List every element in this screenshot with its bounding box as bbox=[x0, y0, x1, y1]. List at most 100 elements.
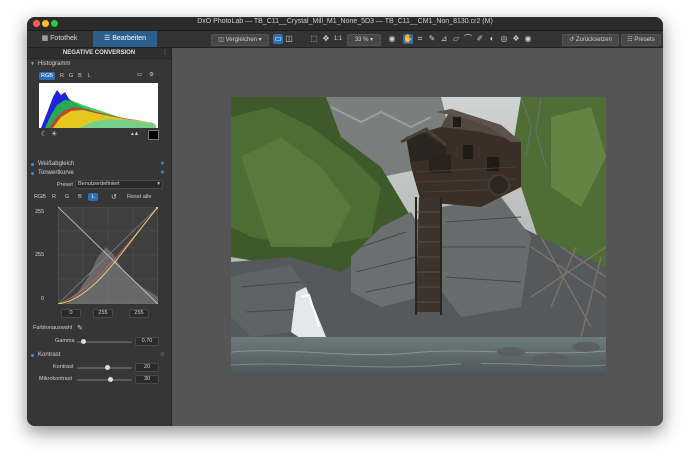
window-title: DxO PhotoLab — TB_C11__Crystal_Mill_M1_N… bbox=[197, 18, 493, 25]
photo-crystal-mill bbox=[231, 97, 606, 377]
active-dot-icon bbox=[31, 163, 34, 166]
repair-icon[interactable]: ⌒ bbox=[463, 34, 473, 44]
crop-tool-icon[interactable]: ⌗ bbox=[415, 34, 425, 44]
mask-icon[interactable]: ◎ bbox=[499, 34, 509, 44]
reset-label: Zurücksetzen bbox=[575, 37, 612, 43]
hist-channel-b[interactable]: B bbox=[76, 72, 84, 80]
curve-channel-b[interactable]: B bbox=[75, 193, 85, 201]
settings-icon[interactable]: ⚙ bbox=[149, 72, 154, 78]
hist-channel-g[interactable]: G bbox=[67, 72, 75, 80]
split-view-icon[interactable]: ◫ bbox=[284, 34, 294, 44]
active-dot-icon bbox=[31, 354, 34, 357]
tab-library[interactable]: ▦ Fotothek bbox=[27, 31, 92, 47]
compare-icon: ◫ bbox=[218, 37, 224, 43]
reset-curve-icon[interactable]: ↺ bbox=[111, 193, 117, 201]
tone-curve-section-header[interactable]: Tonwertkurve ★ bbox=[27, 169, 171, 178]
curve-y-tick-top: 255 bbox=[35, 209, 45, 215]
histogram-channels: RGB R G B L bbox=[39, 72, 109, 80]
tab-edit[interactable]: ☰ Bearbeiten bbox=[93, 31, 157, 47]
hist-channel-l[interactable]: L bbox=[85, 72, 93, 80]
perspective-icon[interactable]: ▱ bbox=[451, 34, 461, 44]
histogram-section-header[interactable]: ▼ Histogramm bbox=[27, 60, 171, 69]
loupe-icon[interactable]: ◉ bbox=[387, 34, 397, 44]
histogram-graph bbox=[39, 83, 158, 128]
clip-warning-icon[interactable]: ▴▲ bbox=[131, 131, 139, 137]
contrast-label: Kontrast bbox=[53, 364, 74, 370]
gamma-slider-knob[interactable] bbox=[81, 339, 87, 344]
presets-button[interactable]: ☷ Presets bbox=[621, 34, 661, 46]
title-bar: DxO PhotoLab — TB_C11__Crystal_Mill_M1_N… bbox=[27, 17, 663, 31]
curve-channel-l[interactable]: L bbox=[88, 193, 98, 201]
compare-label: Vergleichen bbox=[225, 37, 257, 43]
presets-label: Presets bbox=[634, 37, 655, 43]
eye-icon[interactable]: ◉ bbox=[523, 34, 533, 44]
gradient-icon[interactable]: ◐ bbox=[487, 34, 497, 44]
preset-dropdown[interactable]: Benutzerdefiniert ▾ bbox=[75, 180, 163, 189]
gamma-label: Gamma bbox=[55, 338, 75, 344]
moon-icon[interactable]: ☾ bbox=[41, 130, 47, 138]
microcontrast-slider-track[interactable] bbox=[77, 379, 132, 381]
curve-y-tick-mid: 255 bbox=[35, 252, 45, 258]
preset-value: Benutzerdefiniert bbox=[78, 181, 120, 187]
star-icon[interactable]: ★ bbox=[160, 169, 165, 178]
move-icon[interactable]: ✥ bbox=[321, 34, 331, 44]
presets-icon: ☷ bbox=[627, 37, 633, 43]
chevron-down-icon: ▾ bbox=[157, 181, 160, 187]
hist-channel-rgb[interactable]: RGB bbox=[39, 72, 55, 80]
ratio-button[interactable]: 1:1 bbox=[332, 34, 344, 44]
app-window: DxO PhotoLab — TB_C11__Crystal_Mill_M1_N… bbox=[27, 17, 663, 426]
grid-icon: ▦ bbox=[41, 35, 49, 42]
sun-icon[interactable]: ☀ bbox=[51, 130, 57, 138]
undo-icon: ↺ bbox=[569, 37, 575, 43]
curve-channel-g[interactable]: G bbox=[62, 193, 72, 201]
gamma-value-field[interactable]: 0.70 bbox=[135, 337, 159, 346]
single-view-icon[interactable]: ▭ bbox=[273, 34, 283, 44]
microcontrast-value-field[interactable]: 30 bbox=[135, 375, 159, 384]
tone-curve-graph[interactable] bbox=[58, 207, 158, 304]
eyedropper-icon[interactable]: ✎ bbox=[427, 34, 437, 44]
zoom-value: 33 % bbox=[354, 37, 369, 43]
microcontrast-slider-knob[interactable] bbox=[107, 377, 113, 382]
contrast-value-field[interactable]: 20 bbox=[135, 363, 159, 372]
star-icon[interactable]: ★ bbox=[160, 160, 165, 169]
histogram-label: Histogramm bbox=[38, 61, 71, 67]
image-viewer[interactable] bbox=[172, 48, 663, 426]
active-dot-icon bbox=[31, 172, 34, 175]
panel-menu-icon[interactable]: ⋮ bbox=[162, 48, 168, 58]
sliders-icon: ☰ bbox=[103, 35, 111, 42]
brush-icon[interactable]: ✐ bbox=[475, 34, 485, 44]
curve-channel-r[interactable]: R bbox=[49, 193, 59, 201]
edit-panel: NEGATIVE CONVERSION ⋮ ▼ Histogramm RGB R… bbox=[27, 48, 172, 426]
contrast-section-label: Kontrast bbox=[38, 352, 61, 358]
microcontrast-label: Mikrokontrast bbox=[39, 376, 73, 382]
eyedropper-icon[interactable]: ✎ bbox=[77, 324, 83, 332]
straighten-icon[interactable]: ⊿ bbox=[439, 34, 449, 44]
panel-title: NEGATIVE CONVERSION bbox=[62, 50, 136, 56]
tab-edit-label: Bearbeiten bbox=[112, 35, 147, 42]
reset-button[interactable]: ↺ Zurücksetzen bbox=[562, 34, 619, 46]
chevron-down-icon: ▼ bbox=[30, 61, 35, 67]
preset-label: Preset bbox=[57, 182, 73, 188]
hist-channel-r[interactable]: R bbox=[58, 72, 66, 80]
curve-input-mid[interactable]: 255 bbox=[93, 309, 113, 318]
compare-button[interactable]: ◫ Vergleichen ▾ bbox=[211, 34, 269, 46]
white-balance-label: Weißabgleich bbox=[38, 161, 75, 167]
contrast-slider-knob[interactable] bbox=[104, 365, 110, 370]
curve-input-black[interactable]: 0 bbox=[61, 309, 81, 318]
hand-tool-icon[interactable]: ✋ bbox=[403, 34, 413, 44]
curve-channel-rgb[interactable]: RGB bbox=[33, 193, 47, 201]
main-toolbar: ▦ Fotothek ☰ Bearbeiten ◫ Vergleichen ▾ … bbox=[27, 31, 663, 48]
tone-curve-channels: RGB R G B L bbox=[33, 193, 103, 201]
contrast-section-header[interactable]: Kontrast ☆ bbox=[27, 351, 171, 360]
white-balance-section-header[interactable]: Weißabgleich ★ bbox=[27, 160, 171, 169]
crop-fit-icon[interactable]: ⬚ bbox=[309, 34, 319, 44]
tab-library-label: Fotothek bbox=[50, 35, 78, 42]
watermark-icon[interactable]: ❖ bbox=[511, 34, 521, 44]
zoom-select[interactable]: 33 % ▾ bbox=[347, 34, 381, 46]
monitor-icon[interactable]: ▭ bbox=[137, 72, 142, 78]
reset-all-button[interactable]: Reset alle bbox=[127, 194, 151, 200]
panel-header: NEGATIVE CONVERSION ⋮ bbox=[27, 48, 171, 59]
star-outline-icon[interactable]: ☆ bbox=[160, 351, 165, 360]
clip-color-swatch[interactable] bbox=[148, 130, 159, 140]
curve-input-white[interactable]: 255 bbox=[129, 309, 149, 318]
